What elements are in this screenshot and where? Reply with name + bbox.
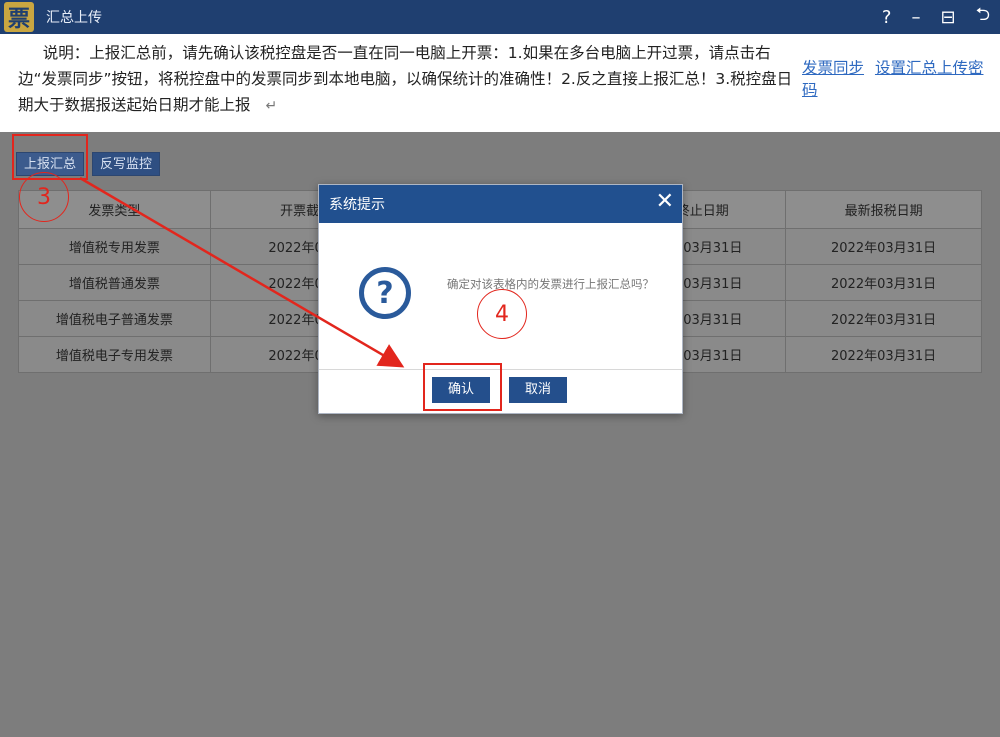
annotation-arrow	[79, 176, 405, 368]
arrow-line	[79, 176, 405, 368]
